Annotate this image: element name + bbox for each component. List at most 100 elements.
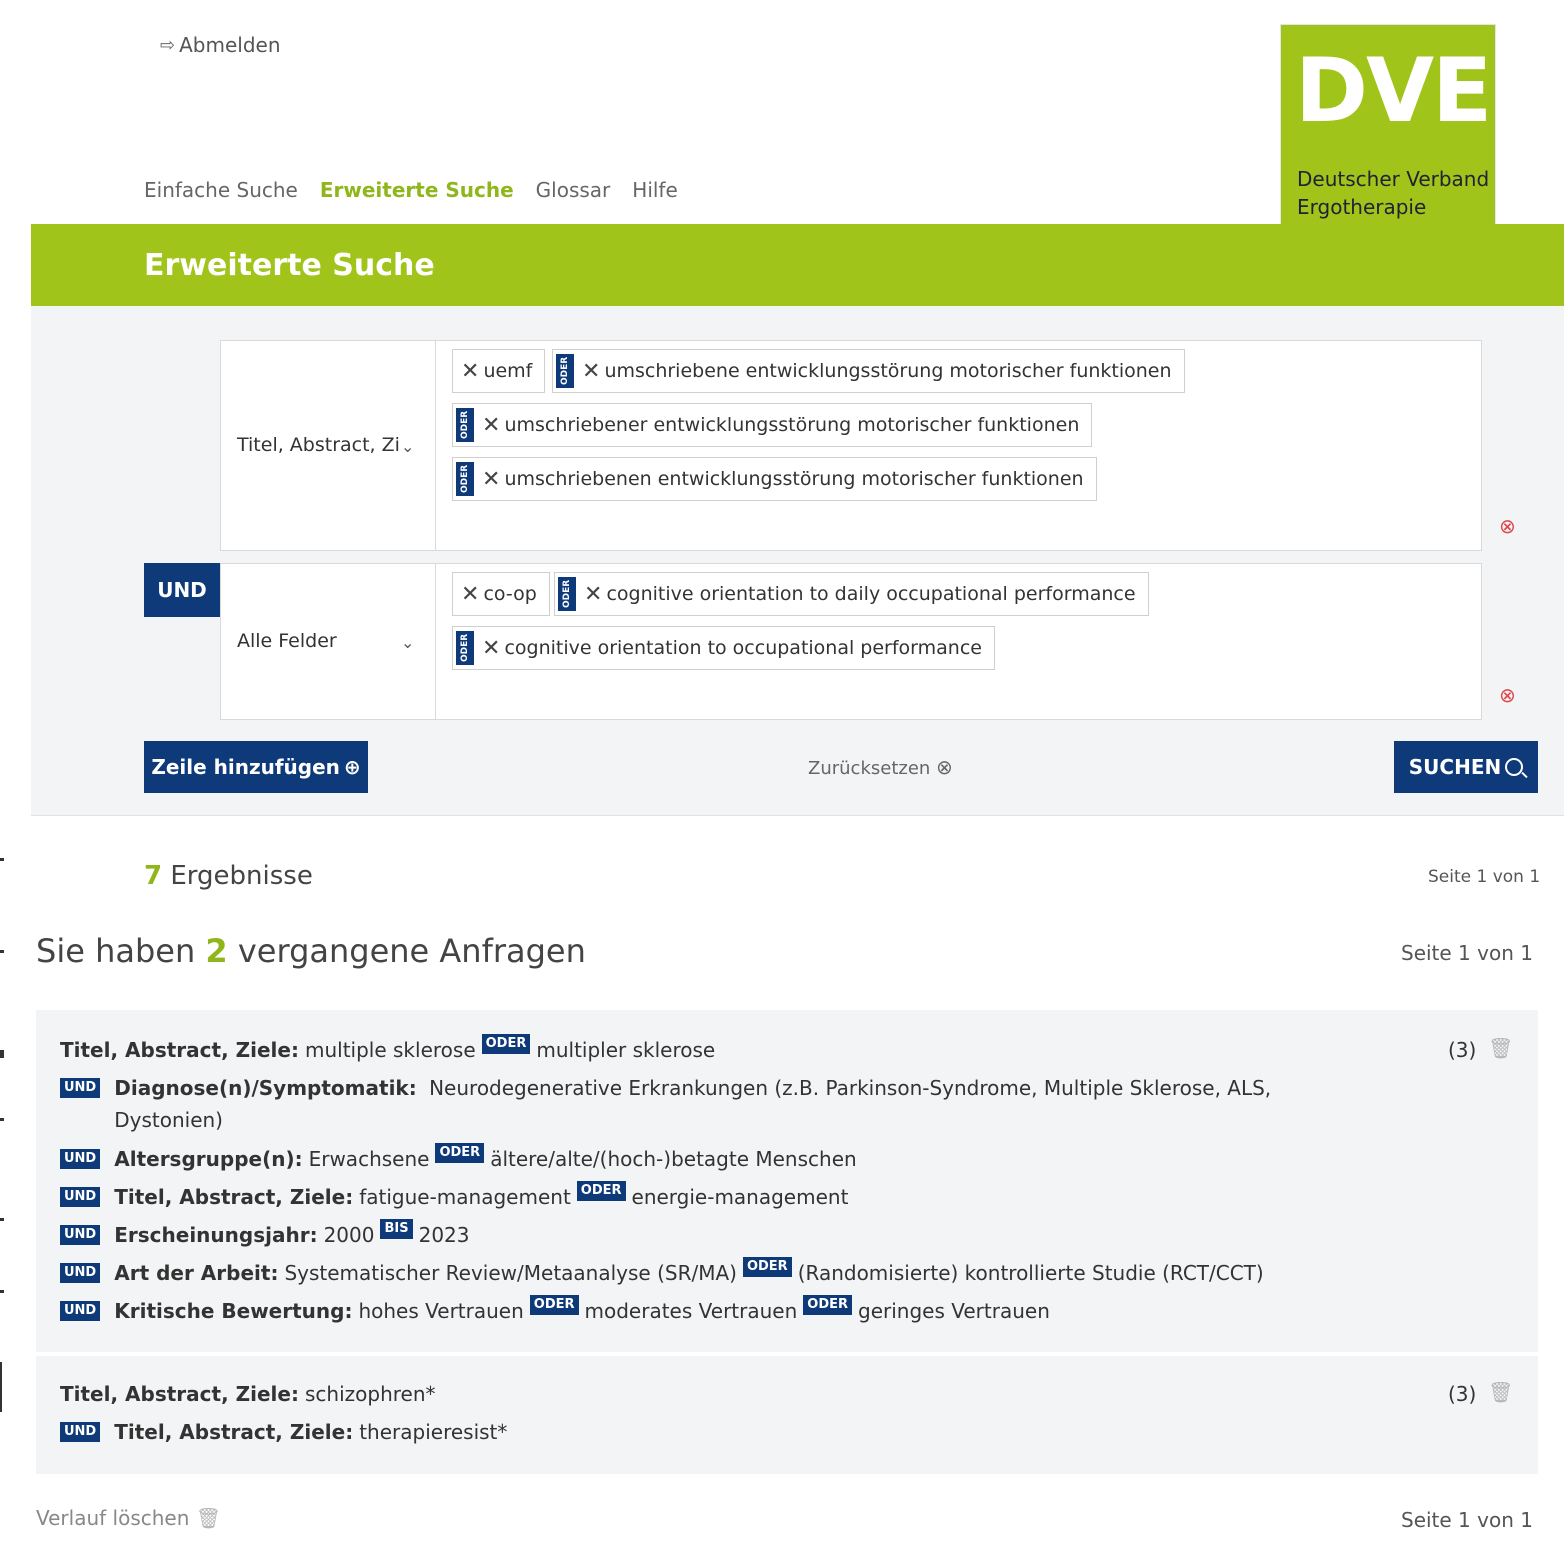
history-line: Titel, Abstract, Ziele: schizophren* bbox=[60, 1378, 436, 1410]
dve-logo[interactable]: DVE Deutscher Verband Ergotherapie bbox=[1280, 24, 1496, 236]
trash-icon: 🗑 bbox=[195, 1506, 222, 1530]
footer-page-indicator: Seite 1 von 1 bbox=[1401, 1508, 1533, 1532]
remove-term-icon[interactable]: ✕ bbox=[582, 359, 600, 384]
remove-term-icon[interactable]: ✕ bbox=[461, 582, 479, 607]
und-badge: UND bbox=[60, 1225, 101, 1245]
row-operator[interactable]: UND bbox=[144, 563, 220, 617]
query-result-count: (3) bbox=[1448, 1038, 1477, 1062]
query-value: geringes Vertrauen bbox=[858, 1299, 1050, 1323]
nav-erweiterte-suche[interactable]: Erweiterte Suche bbox=[320, 178, 514, 202]
logo-subtitle-line-1: Deutscher Verband bbox=[1297, 167, 1490, 191]
query-value: moderates Vertrauen bbox=[584, 1299, 798, 1323]
history-line: UND Erscheinungsjahr: 2000 BIS 2023 bbox=[60, 1219, 470, 1251]
query-value: ältere/alte/(hoch-)betagte Menschen bbox=[490, 1147, 857, 1171]
field-select-value: Alle Felder bbox=[237, 630, 337, 652]
query-field-label: Art der Arbeit: bbox=[114, 1261, 279, 1285]
chevron-down-icon: ⌄ bbox=[401, 437, 415, 456]
clear-history-link[interactable]: Verlauf löschen 🗑 bbox=[36, 1506, 221, 1530]
remove-term-icon[interactable]: ✕ bbox=[482, 413, 500, 438]
term-text: umschriebene entwicklungsstörung motoris… bbox=[604, 360, 1172, 382]
term-text: cognitive orientation to daily occupatio… bbox=[606, 583, 1136, 605]
term-text: cognitive orientation to occupational pe… bbox=[504, 637, 982, 659]
search-row: Alle Felder ⌄ ✕ co-op ODER ✕ cognitive o… bbox=[220, 563, 1482, 720]
history-heading: Sie haben 2 vergangene Anfragen bbox=[36, 932, 586, 970]
oder-badge: ODER bbox=[529, 1295, 579, 1315]
term-chip: ✕ uemf bbox=[452, 349, 546, 393]
remove-term-icon[interactable]: ✕ bbox=[584, 582, 602, 607]
history-page-indicator: Seite 1 von 1 bbox=[1401, 941, 1533, 965]
term-chip: ODER ✕ umschriebene entwicklungsstörung … bbox=[552, 349, 1185, 393]
query-field-label: Titel, Abstract, Ziele: bbox=[60, 1382, 299, 1406]
term-chip: ODER ✕ cognitive orientation to daily oc… bbox=[554, 572, 1149, 616]
history-line: UND Titel, Abstract, Ziele: therapieresi… bbox=[60, 1416, 507, 1448]
edge-mark bbox=[0, 1362, 2, 1412]
logout-label: Abmelden bbox=[179, 33, 281, 57]
oder-badge: ODER bbox=[803, 1295, 853, 1315]
plus-circle-icon: ⊕ bbox=[343, 755, 361, 779]
query-value: Systematischer Review/Metaanalyse (SR/MA… bbox=[284, 1261, 737, 1285]
query-value: Neurodegenerative Erkrankungen (z.B. Par… bbox=[429, 1076, 1272, 1100]
oder-badge: ODER bbox=[558, 577, 576, 611]
trash-icon[interactable]: 🗑 bbox=[1488, 1036, 1513, 1060]
nav-hilfe[interactable]: Hilfe bbox=[632, 178, 678, 202]
term-text: co-op bbox=[483, 583, 537, 605]
term-text: umschriebener entwicklungsstörung motori… bbox=[504, 414, 1080, 436]
field-select-value: Titel, Abstract, Zi bbox=[237, 434, 400, 456]
remove-row-icon[interactable]: ⊗ bbox=[1499, 683, 1516, 707]
query-field-label: Altersgruppe(n): bbox=[114, 1147, 303, 1171]
query-value: Erwachsene bbox=[308, 1147, 430, 1171]
query-field-label: Titel, Abstract, Ziele: bbox=[114, 1185, 354, 1209]
history-line: UND Diagnose(n)/Symptomatik: Neurodegene… bbox=[60, 1072, 1271, 1136]
und-badge: UND bbox=[60, 1301, 101, 1321]
history-query[interactable]: Titel, Abstract, Ziele: schizophren* UND… bbox=[36, 1356, 1538, 1474]
query-field-label: Erscheinungsjahr: bbox=[114, 1223, 318, 1247]
remove-term-icon[interactable]: ✕ bbox=[482, 636, 500, 661]
main-nav: Einfache Suche Erweiterte Suche Glossar … bbox=[144, 178, 678, 202]
logout-link[interactable]: ⇨ Abmelden bbox=[160, 33, 281, 57]
field-select[interactable]: Titel, Abstract, Zi ⌄ bbox=[221, 341, 436, 550]
oder-badge: ODER bbox=[742, 1257, 792, 1277]
oder-badge: ODER bbox=[481, 1034, 531, 1054]
clear-circle-icon: ⊗ bbox=[936, 755, 953, 779]
query-value: 2023 bbox=[418, 1223, 470, 1247]
term-text: uemf bbox=[483, 360, 533, 382]
results-count: 7 Ergebnisse bbox=[144, 861, 313, 891]
query-value: energie-management bbox=[631, 1185, 849, 1209]
history-query[interactable]: Titel, Abstract, Ziele: multiple skleros… bbox=[36, 1010, 1538, 1352]
logo-subtitle-line-2: Ergotherapie bbox=[1297, 195, 1427, 219]
nav-einfache-suche[interactable]: Einfache Suche bbox=[144, 178, 298, 202]
remove-term-icon[interactable]: ✕ bbox=[482, 467, 500, 492]
query-value: multipler sklerose bbox=[536, 1038, 716, 1062]
reset-button[interactable]: Zurücksetzen ⊗ bbox=[808, 755, 953, 779]
history-suffix: vergangene Anfragen bbox=[237, 932, 586, 970]
edge-mark bbox=[0, 1290, 4, 1293]
trash-icon[interactable]: 🗑 bbox=[1488, 1380, 1513, 1404]
edge-mark bbox=[0, 950, 4, 953]
history-line: UND Kritische Bewertung: hohes Vertrauen… bbox=[60, 1295, 1050, 1327]
add-row-button[interactable]: Zeile hinzufügen ⊕ bbox=[144, 741, 368, 793]
query-value: hohes Vertrauen bbox=[358, 1299, 524, 1323]
term-text: umschriebenen entwicklungsstörung motori… bbox=[504, 468, 1084, 490]
oder-badge: ODER bbox=[556, 354, 574, 388]
logout-icon: ⇨ bbox=[160, 34, 176, 56]
und-badge: UND bbox=[60, 1422, 101, 1442]
chevron-down-icon: ⌄ bbox=[401, 633, 415, 652]
reset-label: Zurücksetzen bbox=[808, 758, 931, 779]
query-field-label: Kritische Bewertung: bbox=[114, 1299, 353, 1323]
clear-history-label: Verlauf löschen bbox=[36, 1506, 190, 1530]
results-page-indicator: Seite 1 von 1 bbox=[1428, 867, 1541, 887]
query-value: 2000 bbox=[323, 1223, 375, 1247]
remove-term-icon[interactable]: ✕ bbox=[461, 359, 479, 384]
search-button[interactable]: SUCHEN bbox=[1394, 741, 1538, 793]
oder-badge: ODER bbox=[576, 1181, 626, 1201]
field-select[interactable]: Alle Felder ⌄ bbox=[221, 564, 436, 719]
und-badge: UND bbox=[60, 1078, 101, 1098]
history-line: UND Titel, Abstract, Ziele: fatigue-mana… bbox=[60, 1181, 848, 1213]
search-label: SUCHEN bbox=[1408, 755, 1502, 779]
history-line: Titel, Abstract, Ziele: multiple skleros… bbox=[60, 1034, 715, 1066]
logo-text: DVE bbox=[1295, 39, 1492, 142]
remove-row-icon[interactable]: ⊗ bbox=[1499, 514, 1516, 538]
logo-subtitle: Deutscher Verband Ergotherapie bbox=[1297, 165, 1489, 221]
edge-mark bbox=[0, 858, 4, 861]
nav-glossar[interactable]: Glossar bbox=[536, 178, 611, 202]
